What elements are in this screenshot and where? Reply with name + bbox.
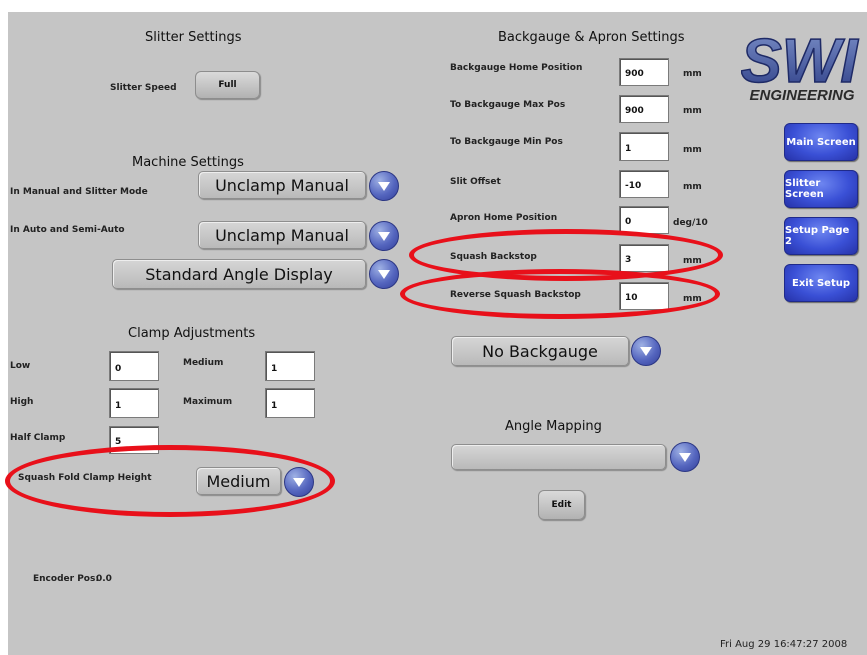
reverse-squash-input[interactable]: 10 [619,282,669,310]
svg-text:ENGINEERING: ENGINEERING [749,87,854,104]
squash-backstop-label: Squash Backstop [450,252,537,262]
bg-home-input[interactable]: 900 [619,58,669,86]
setup-panel: Slitter Settings Slitter Speed Full Mach… [8,12,867,655]
slitter-speed-button[interactable]: Full [195,71,260,99]
exit-setup-button[interactable]: Exit Setup [784,264,858,302]
status-datetime: Fri Aug 29 16:47:27 2008 [720,639,848,650]
low-input[interactable]: 0 [109,351,159,381]
angle-display-chevron-down-icon[interactable] [369,259,399,289]
slit-offset-unit: mm [683,182,702,192]
setup-page-2-button[interactable]: Setup Page 2 [784,217,858,255]
apron-home-label: Apron Home Position [450,213,558,223]
bg-home-label: Backgauge Home Position [450,63,583,73]
backgauge-mode-chevron-down-icon[interactable] [631,336,661,366]
maximum-label: Maximum [183,397,233,407]
slit-offset-input[interactable]: -10 [619,170,669,198]
reverse-squash-unit: mm [683,294,702,304]
angle-mapping-title: Angle Mapping [505,419,602,434]
backgauge-settings-title: Backgauge & Apron Settings [498,30,685,45]
auto-mode-label: In Auto and Semi-Auto [10,225,125,235]
manual-mode-dropdown[interactable]: Unclamp Manual [198,171,366,199]
medium-label: Medium [183,358,224,368]
encoder-pos-label: Encoder Pos: [33,574,99,584]
bg-max-unit: mm [683,106,702,116]
bg-max-label: To Backgauge Max Pos [450,100,566,110]
swi-engineering-logo: SWI ENGINEERING [740,16,863,106]
angle-mapping-edit-button[interactable]: Edit [538,490,585,520]
squash-fold-clamp-dropdown[interactable]: Medium [196,467,281,495]
squash-backstop-input[interactable]: 3 [619,244,669,272]
slitter-speed-label: Slitter Speed [110,83,177,93]
apron-home-unit: deg/10 [673,218,708,228]
manual-mode-chevron-down-icon[interactable] [369,171,399,201]
maximum-input[interactable]: 1 [265,388,315,418]
slit-offset-label: Slit Offset [450,177,501,187]
bg-max-input[interactable]: 900 [619,95,669,123]
high-label: High [10,397,34,407]
half-clamp-input[interactable]: 5 [109,426,159,454]
squash-backstop-unit: mm [683,256,702,266]
bg-home-unit: mm [683,69,702,79]
reverse-squash-label: Reverse Squash Backstop [450,290,581,300]
encoder-pos-value: 0.0 [96,574,112,584]
low-label: Low [10,361,31,371]
high-input[interactable]: 1 [109,388,159,418]
medium-input[interactable]: 1 [265,351,315,381]
svg-text:SWI: SWI [741,27,859,96]
backgauge-mode-dropdown[interactable]: No Backgauge [451,336,629,366]
manual-mode-label: In Manual and Slitter Mode [10,187,148,197]
auto-mode-chevron-down-icon[interactable] [369,221,399,251]
squash-fold-clamp-label: Squash Fold Clamp Height [18,473,152,483]
half-clamp-label: Half Clamp [10,433,66,443]
slitter-settings-title: Slitter Settings [145,30,242,45]
apron-home-input[interactable]: 0 [619,206,669,234]
bg-min-input[interactable]: 1 [619,132,669,161]
slitter-screen-button[interactable]: Slitter Screen [784,170,858,208]
machine-settings-title: Machine Settings [132,155,244,170]
clamp-adjustments-title: Clamp Adjustments [128,326,256,341]
auto-mode-dropdown[interactable]: Unclamp Manual [198,221,366,249]
angle-mapping-dropdown[interactable] [451,444,666,470]
bg-min-unit: mm [683,145,702,155]
main-screen-button[interactable]: Main Screen [784,123,858,161]
bg-min-label: To Backgauge Min Pos [450,137,563,147]
angle-display-dropdown[interactable]: Standard Angle Display [112,259,366,289]
angle-mapping-chevron-down-icon[interactable] [670,442,700,472]
squash-fold-chevron-down-icon[interactable] [284,467,314,497]
